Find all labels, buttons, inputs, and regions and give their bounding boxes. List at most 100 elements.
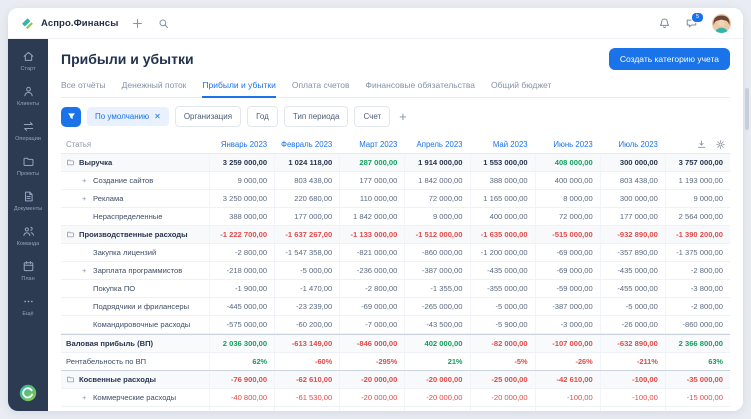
search-icon [157, 17, 170, 30]
table-cell: -100,00 [599, 371, 665, 388]
tab-4[interactable]: Оплата счетов [292, 78, 350, 97]
tab-6[interactable]: Общий бюджет [491, 78, 551, 97]
table-cell: -3 800,00 [664, 280, 730, 297]
table-header-actions [665, 139, 730, 150]
add-filter-button[interactable]: + [396, 110, 410, 123]
table-row[interactable]: + Коммерческие расходы -40 800,00 -61 530,0… [61, 389, 730, 407]
app-stage: Аспро.Финансы 5 Старт Клиенты Операции П… [0, 0, 751, 419]
expand-toggle[interactable]: + [82, 393, 89, 402]
table-cell: 1 914 000,00 [404, 154, 469, 171]
table-row[interactable]: Командировочные расходы -575 000,00 -60 20… [61, 316, 730, 334]
sidebar-item-plan[interactable]: План [8, 254, 48, 289]
tab-3[interactable]: Прибыли и убытки [202, 78, 276, 98]
table-cell: 803 438,00 [274, 172, 339, 189]
table-cell: -40 800,00 [209, 389, 274, 406]
page-head: Прибыли и убытки Создать категорию учета [61, 48, 730, 70]
table-cell: -265 000,00 [404, 298, 469, 315]
column-header-4[interactable]: Апрель 2023 [404, 140, 469, 149]
folder-icon[interactable] [66, 158, 75, 167]
tab-5[interactable]: Финансовые обязательства [366, 78, 475, 97]
expand-toggle[interactable]: + [82, 266, 89, 275]
tab-1[interactable]: Все отчёты [61, 78, 106, 97]
table-cell: 1 024 118,00 [274, 154, 339, 171]
column-header-3[interactable]: Март 2023 [339, 140, 404, 149]
column-header-5[interactable]: Май 2023 [470, 140, 535, 149]
filter-button[interactable] [61, 106, 81, 127]
create-category-button[interactable]: Создать категорию учета [608, 48, 730, 70]
table-cell: 177 000,00 [274, 208, 339, 225]
notification-badge: 5 [691, 11, 704, 23]
table-cell: -1 133 000,00 [339, 226, 404, 243]
table-cell: -1 637 267,00 [274, 226, 339, 243]
avatar[interactable] [712, 13, 731, 33]
sidebar-item-more[interactable]: Ещё [8, 289, 48, 324]
table-cell: -932 890,00 [599, 226, 665, 243]
table-cell: -15 000,00 [664, 389, 730, 406]
gear-icon[interactable] [715, 139, 726, 150]
app-logo[interactable]: Аспро.Финансы [20, 16, 118, 31]
table-cell: -1 355,00 [404, 280, 469, 297]
folder-icon[interactable] [66, 230, 75, 239]
table-cell: -3 000,00 [534, 316, 600, 333]
column-header-6[interactable]: Июнь 2023 [535, 140, 600, 149]
filter-chip-4[interactable]: Счет [354, 106, 391, 127]
row-label: Производственные расходы [79, 230, 188, 239]
close-icon[interactable]: ✕ [154, 112, 161, 121]
download-icon[interactable] [696, 139, 707, 150]
tab-2[interactable]: Денежный поток [122, 78, 187, 97]
table-cell: -60 200,00 [274, 316, 339, 333]
table-row[interactable]: Косвенные расходы -76 900,00 -62 610,00 -20… [61, 371, 730, 389]
table-row[interactable]: Рентабельность по ВП 62% -60% -295% 21% -5% -2… [61, 353, 730, 371]
sidebar-item-team[interactable]: Команда [8, 219, 48, 254]
filter-chip-2[interactable]: Год [247, 106, 278, 127]
table-cell: -1 375 000,00 [664, 244, 730, 261]
table-row[interactable]: Производственные расходы -1 222 700,00 -1 … [61, 226, 730, 244]
filter-chip-1[interactable]: Организация [174, 106, 242, 127]
expand-toggle[interactable]: + [82, 194, 89, 203]
table-row[interactable]: Покупка ПО -1 900,00 -1 470,00 -2 800,00 -1 … [61, 280, 730, 298]
table-cell: -1 635 000,00 [469, 226, 535, 243]
scrollbar-thumb[interactable] [745, 88, 749, 130]
expand-toggle[interactable]: + [82, 176, 89, 185]
global-search-button[interactable] [157, 17, 170, 30]
table-cell: -1 470,00 [274, 280, 339, 297]
messages-button[interactable]: 5 [685, 11, 704, 30]
notifications-button[interactable] [658, 17, 671, 30]
table-cell: -2 800,00 [664, 262, 730, 279]
table-row[interactable]: Выручка 3 259 000,00 1 024 118,00 287 000,0… [61, 154, 730, 172]
sidebar-item-clients[interactable]: Клиенты [8, 79, 48, 114]
table-row[interactable]: Подрядчики и фрилансеры -445 000,00 -23 23… [61, 298, 730, 316]
table-cell: -846 000,00 [339, 335, 404, 352]
table-row[interactable]: Закупка лицензий -2 800,00 -1 547 358,00 -8… [61, 244, 730, 262]
sidebar-item-projects[interactable]: Проекты [8, 149, 48, 184]
sidebar-item-operations[interactable]: Операции [8, 114, 48, 149]
table-cell: -62 610,00 [274, 371, 339, 388]
column-header-2[interactable]: Февраль 2023 [274, 140, 339, 149]
table-cell: 72 000,00 [404, 190, 469, 207]
folder-icon[interactable] [66, 375, 75, 384]
filter-chip-default[interactable]: По умолчанию ✕ [87, 107, 169, 126]
table-row[interactable]: Валовая прибыль (ВП) 2 036 300,00 -613 149… [61, 334, 730, 353]
table-cell: -1 512 000,00 [404, 226, 469, 243]
column-header-7[interactable]: Июль 2023 [600, 140, 665, 149]
row-label: Косвенные расходы [79, 375, 157, 384]
sidebar-item-start[interactable]: Старт [8, 44, 48, 79]
create-quick-button[interactable] [131, 17, 144, 30]
table-row[interactable]: + Реклама 3 250 000,00 220 680,00 110 000,00… [61, 190, 730, 208]
row-label-cell: Валовая прибыль (ВП) [61, 335, 209, 352]
table-row[interactable]: +Управленческие расходы-36 100,00-1 080,… [61, 407, 730, 411]
table-row[interactable]: Нераспределенные 388 000,00 177 000,00 1 84… [61, 208, 730, 226]
aspro-logo[interactable] [19, 384, 37, 402]
row-label-cell: Нераспределенные [61, 208, 209, 225]
table-cell: 3 250 000,00 [209, 190, 274, 207]
table-row[interactable]: + Зарплата программистов -218 000,00 -5 000… [61, 262, 730, 280]
row-label: Валовая прибыль (ВП) [66, 339, 154, 348]
column-header-1[interactable]: Январь 2023 [209, 140, 274, 149]
table-row[interactable]: + Создание сайтов 9 000,00 803 438,00 177 00… [61, 172, 730, 190]
filter-chip-3[interactable]: Тип периода [283, 106, 349, 127]
row-label-cell: + Зарплата программистов [61, 262, 209, 279]
table-cell: 3 259 000,00 [209, 154, 274, 171]
operations-icon [22, 120, 35, 133]
table-cell: -1 900,00 [209, 280, 274, 297]
sidebar-item-documents[interactable]: Документы [8, 184, 48, 219]
